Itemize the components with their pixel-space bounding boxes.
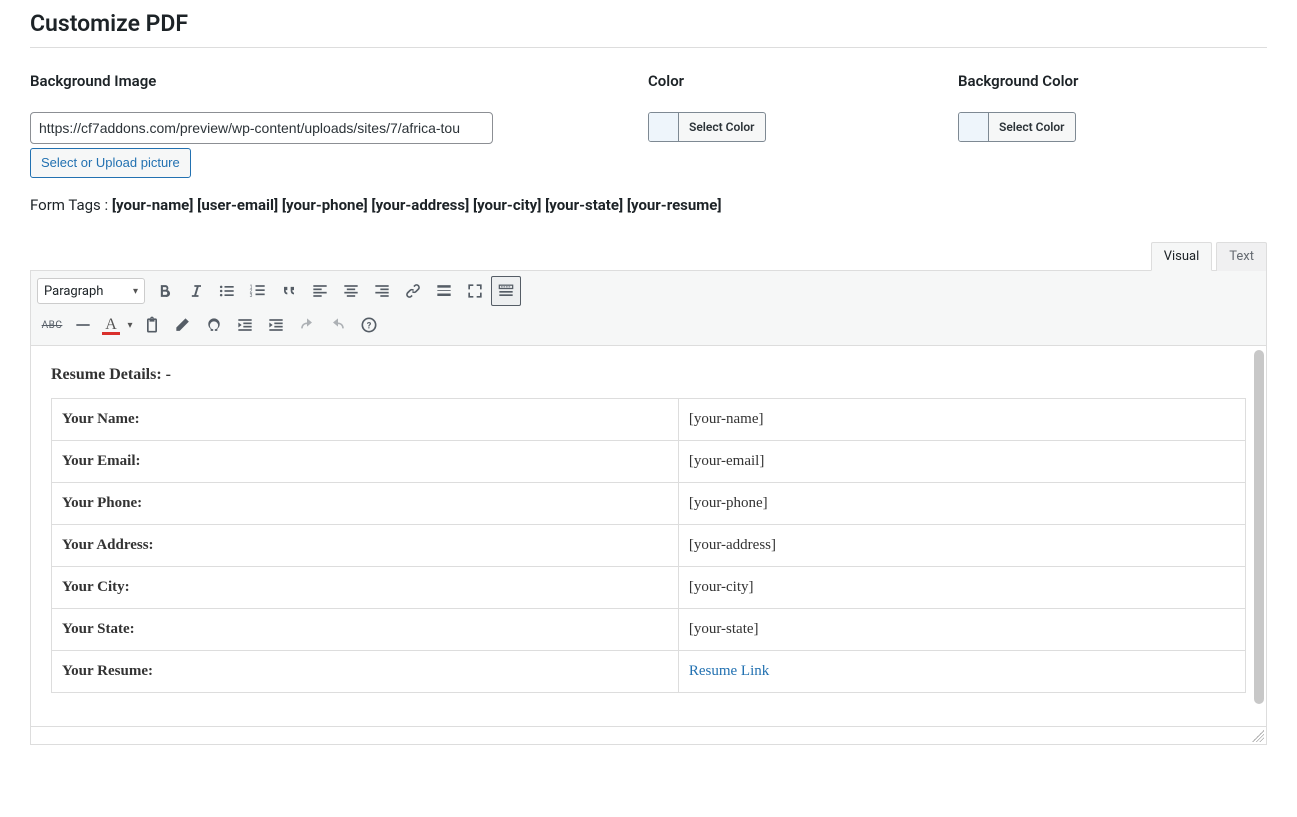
wysiwyg-editor: Paragraph 123 ABC A ▾ xyxy=(30,270,1267,745)
numbered-list-button[interactable]: 123 xyxy=(243,276,273,306)
table-row: Your City:[your-city] xyxy=(52,567,1246,609)
row-label: Your Address: xyxy=(52,525,679,567)
align-right-button[interactable] xyxy=(367,276,397,306)
fullscreen-button[interactable] xyxy=(460,276,490,306)
tab-visual[interactable]: Visual xyxy=(1151,242,1213,271)
resize-handle[interactable] xyxy=(1252,730,1264,742)
bold-button[interactable] xyxy=(150,276,180,306)
strikethrough-button[interactable]: ABC xyxy=(37,310,67,340)
row-value: [your-city] xyxy=(678,567,1245,609)
row-label: Your Phone: xyxy=(52,483,679,525)
form-tags-line: Form Tags : [your-name] [user-email] [yo… xyxy=(30,196,1267,214)
editor-content[interactable]: Resume Details: - Your Name:[your-name]Y… xyxy=(31,346,1266,726)
clear-formatting-button[interactable] xyxy=(168,310,198,340)
resume-table: Your Name:[your-name]Your Email:[your-em… xyxy=(51,398,1246,693)
page-title: Customize PDF xyxy=(30,0,1267,48)
row-value: [your-email] xyxy=(678,441,1245,483)
link-button[interactable] xyxy=(398,276,428,306)
special-character-button[interactable] xyxy=(199,310,229,340)
editor-toolbar: Paragraph 123 ABC A ▾ xyxy=(31,271,1266,346)
row-label: Your Email: xyxy=(52,441,679,483)
background-image-input[interactable] xyxy=(30,112,493,144)
upload-picture-button[interactable]: Select or Upload picture xyxy=(30,148,191,178)
row-label: Your Resume: xyxy=(52,651,679,693)
keyboard-help-button[interactable]: ? xyxy=(354,310,384,340)
row-label: Your State: xyxy=(52,609,679,651)
editor-statusbar xyxy=(31,726,1266,744)
read-more-button[interactable] xyxy=(429,276,459,306)
text-color-label: Color xyxy=(648,72,958,90)
paragraph-format-select[interactable]: Paragraph xyxy=(37,278,145,304)
background-color-swatch xyxy=(959,113,989,141)
align-left-button[interactable] xyxy=(305,276,335,306)
form-tags-prefix: Form Tags : xyxy=(30,196,112,214)
indent-button[interactable] xyxy=(261,310,291,340)
toolbar-row-1: Paragraph 123 xyxy=(37,274,1260,308)
form-tags-values: [your-name] [user-email] [your-phone] [y… xyxy=(112,196,722,214)
background-image-column: Background Image Select or Upload pictur… xyxy=(30,72,648,178)
row-value: [your-phone] xyxy=(678,483,1245,525)
redo-button[interactable] xyxy=(323,310,353,340)
svg-text:?: ? xyxy=(367,321,372,331)
outdent-button[interactable] xyxy=(230,310,260,340)
paste-text-button[interactable] xyxy=(137,310,167,340)
text-color-picker[interactable]: Select Color xyxy=(648,112,766,142)
horizontal-rule-button[interactable] xyxy=(68,310,98,340)
background-color-button-label: Select Color xyxy=(989,113,1075,141)
editor-tabs: Visual Text xyxy=(30,242,1267,271)
background-image-label: Background Image xyxy=(30,72,648,90)
table-row: Your Name:[your-name] xyxy=(52,399,1246,441)
resume-heading: Resume Details: - xyxy=(51,366,1246,384)
editor-body: Resume Details: - Your Name:[your-name]Y… xyxy=(31,346,1266,744)
tab-text[interactable]: Text xyxy=(1216,242,1267,271)
row-value: [your-address] xyxy=(678,525,1245,567)
resume-link[interactable]: Resume Link xyxy=(689,663,769,679)
row-value: Resume Link xyxy=(678,651,1245,693)
text-color-swatch xyxy=(649,113,679,141)
text-color-column: Color Select Color xyxy=(648,72,958,178)
italic-button[interactable] xyxy=(181,276,211,306)
row-value: [your-state] xyxy=(678,609,1245,651)
background-color-picker[interactable]: Select Color xyxy=(958,112,1076,142)
background-color-label: Background Color xyxy=(958,72,1267,90)
table-row: Your Phone:[your-phone] xyxy=(52,483,1246,525)
svg-text:3: 3 xyxy=(250,293,253,299)
customize-controls: Background Image Select or Upload pictur… xyxy=(30,72,1267,178)
chevron-down-icon[interactable]: ▾ xyxy=(124,312,136,338)
blockquote-button[interactable] xyxy=(274,276,304,306)
bullet-list-button[interactable] xyxy=(212,276,242,306)
text-color-button[interactable]: A ▾ xyxy=(99,312,136,338)
row-label: Your Name: xyxy=(52,399,679,441)
align-center-button[interactable] xyxy=(336,276,366,306)
table-row: Your Resume: Resume Link xyxy=(52,651,1246,693)
row-value: [your-name] xyxy=(678,399,1245,441)
table-row: Your Address:[your-address] xyxy=(52,525,1246,567)
undo-button[interactable] xyxy=(292,310,322,340)
table-row: Your Email:[your-email] xyxy=(52,441,1246,483)
toolbar-row-2: ABC A ▾ ? xyxy=(37,308,1260,342)
row-label: Your City: xyxy=(52,567,679,609)
text-color-button-label: Select Color xyxy=(679,113,765,141)
table-row: Your State:[your-state] xyxy=(52,609,1246,651)
background-color-column: Background Color Select Color xyxy=(958,72,1267,178)
scrollbar[interactable] xyxy=(1254,350,1264,704)
toolbar-toggle-button[interactable] xyxy=(491,276,521,306)
